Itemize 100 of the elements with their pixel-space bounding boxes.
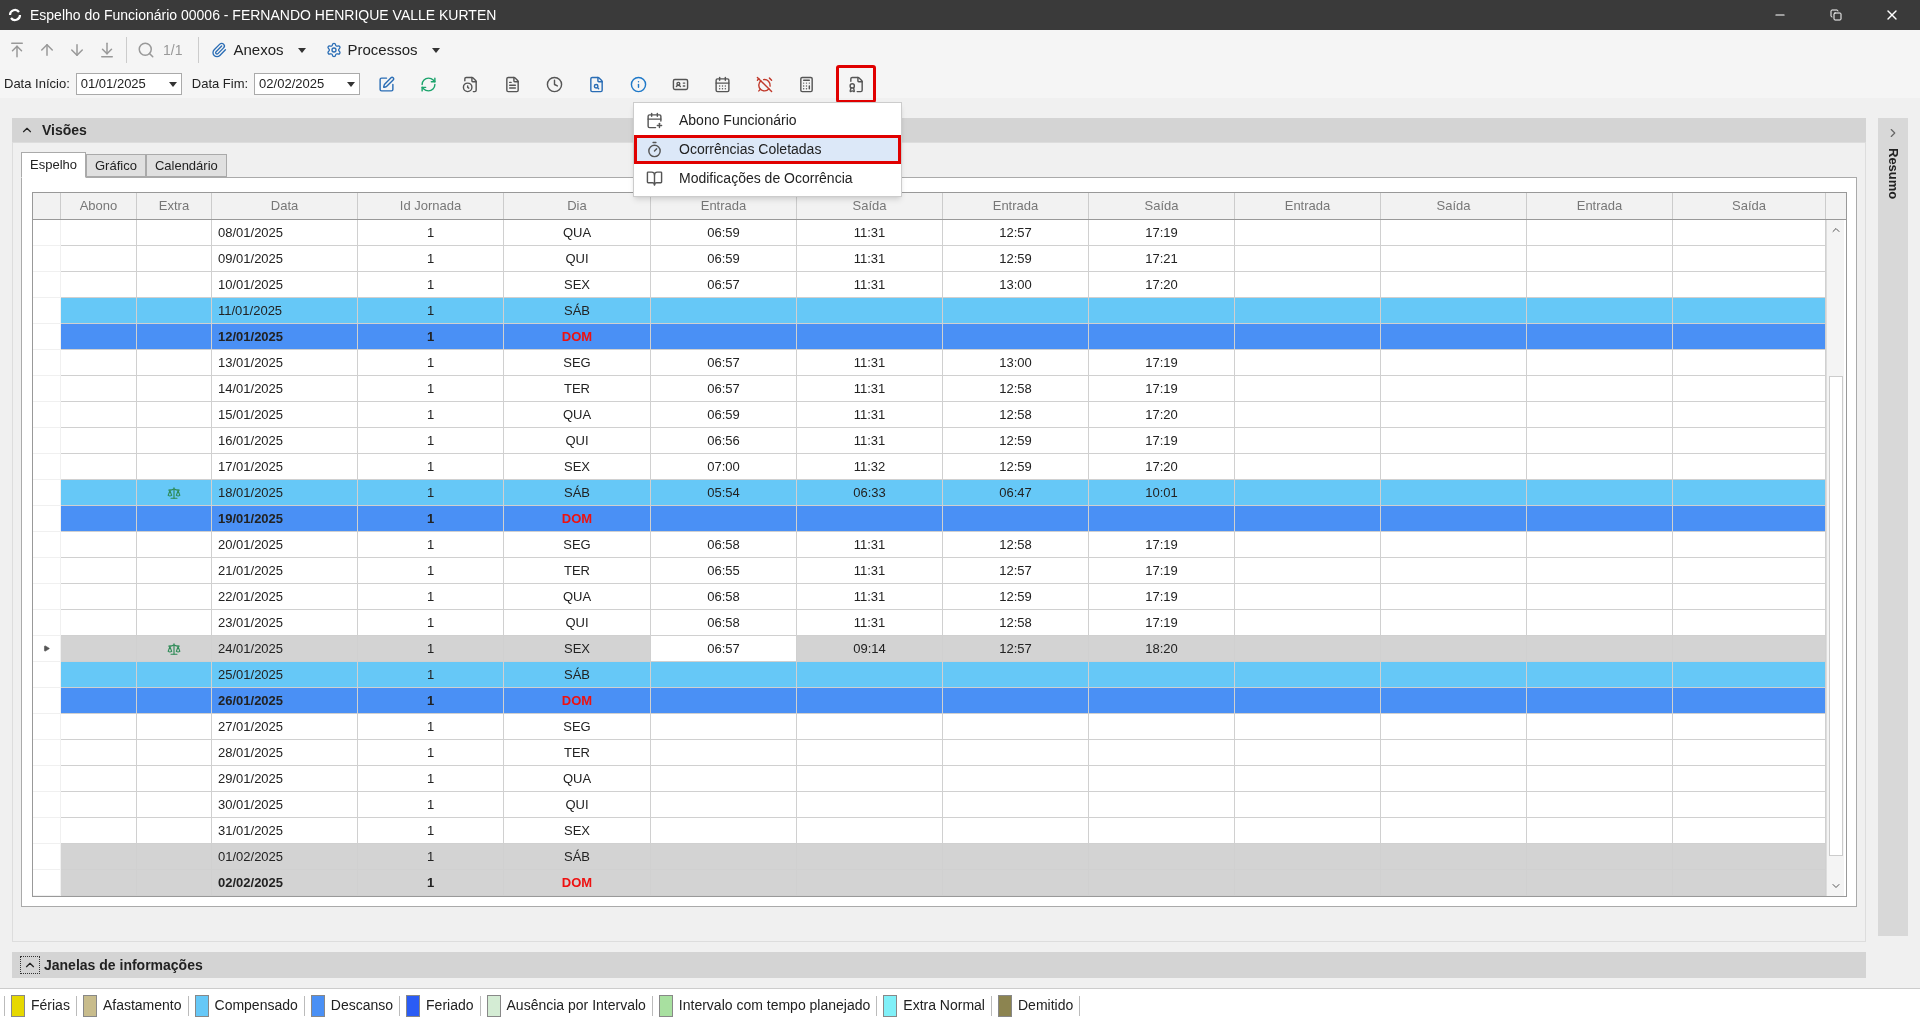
restore-icon — [1830, 9, 1842, 21]
legend-label: Ausência por Intervalo — [506, 996, 646, 1015]
table-row[interactable]: 21/01/2025 1 TER 06:55 11:31 12:57 17:19 — [33, 558, 1826, 584]
menu-item[interactable]: Modificações de Ocorrência — [634, 164, 901, 193]
window-title: Espelho do Funcionário 00006 - FERNANDO HENRIQUE VALLE KURTEN — [30, 5, 497, 25]
table-row[interactable]: 08/01/2025 1 QUA 06:59 11:31 12:57 17:19 — [33, 220, 1826, 246]
column-header[interactable]: Saída — [1381, 193, 1527, 219]
gear-icon — [325, 42, 342, 58]
table-row[interactable]: 19/01/2025 1 DOM — [33, 506, 1826, 532]
table-row[interactable]: 17/01/2025 1 SEX 07:00 11:32 12:59 17:20 — [33, 454, 1826, 480]
anexos-button[interactable]: Anexos — [207, 38, 310, 62]
record-counter: 1/1 — [163, 40, 183, 60]
row-header-cell[interactable] — [33, 714, 61, 740]
row-header-cell[interactable] — [33, 402, 61, 428]
book-icon — [646, 170, 663, 187]
row-header-cell[interactable] — [33, 584, 61, 610]
summary-side-panel[interactable]: Resumo — [1878, 118, 1908, 936]
row-header-cell[interactable] — [33, 740, 61, 766]
menu-item[interactable]: Ocorrências Coletadas — [634, 135, 901, 164]
table-row[interactable]: 13/01/2025 1 SEG 06:57 11:31 13:00 17:19 — [33, 350, 1826, 376]
processos-button[interactable]: Processos — [321, 38, 444, 62]
table-row[interactable]: 15/01/2025 1 QUA 06:59 11:31 12:58 17:20 — [33, 402, 1826, 428]
table-row[interactable]: 02/02/2025 1 DOM — [33, 870, 1826, 896]
column-header[interactable]: Data — [212, 193, 358, 219]
column-header[interactable]: Entrada — [1527, 193, 1673, 219]
row-header-cell[interactable] — [33, 376, 61, 402]
calculator-icon — [797, 75, 815, 93]
view-tab[interactable]: Calendário — [145, 154, 227, 177]
table-row[interactable]: 09/01/2025 1 QUI 06:59 11:31 12:59 17:21 — [33, 246, 1826, 272]
row-header-cell[interactable] — [33, 480, 61, 506]
scrollbar-thumb[interactable] — [1828, 376, 1843, 856]
column-header[interactable]: Saída — [1673, 193, 1826, 219]
row-header-cell[interactable] — [33, 558, 61, 584]
view-tab[interactable]: Espelho — [21, 152, 86, 178]
table-row[interactable]: 25/01/2025 1 SÁB — [33, 662, 1826, 688]
table-row[interactable]: 30/01/2025 1 QUI — [33, 792, 1826, 818]
row-header-cell[interactable] — [33, 272, 61, 298]
row-header-cell[interactable] — [33, 324, 61, 350]
row-header-cell[interactable] — [33, 636, 61, 662]
row-header-cell[interactable] — [33, 610, 61, 636]
table-row[interactable]: 31/01/2025 1 SEX — [33, 818, 1826, 844]
info-icon — [629, 75, 647, 93]
column-header[interactable]: Saída — [1089, 193, 1235, 219]
table-row[interactable]: 20/01/2025 1 SEG 06:58 11:31 12:58 17:19 — [33, 532, 1826, 558]
column-header[interactable]: Entrada — [943, 193, 1089, 219]
table-row[interactable]: 14/01/2025 1 TER 06:57 11:31 12:58 17:19 — [33, 376, 1826, 402]
table-row[interactable]: 22/01/2025 1 QUA 06:58 11:31 12:59 17:19 — [33, 584, 1826, 610]
row-header-cell[interactable] — [33, 792, 61, 818]
table-row[interactable]: 28/01/2025 1 TER — [33, 740, 1826, 766]
column-header[interactable]: Abono — [61, 193, 137, 219]
row-header-cell[interactable] — [33, 428, 61, 454]
document-icon — [503, 75, 521, 93]
time-cell: 06:57 — [651, 636, 797, 662]
table-row[interactable]: 24/01/2025 1 SEX 06:57 09:14 12:57 18:20 — [33, 636, 1826, 662]
info-panel-header[interactable]: Janelas de informações — [12, 952, 1866, 978]
search-icon — [137, 41, 155, 59]
caret-icon — [431, 47, 440, 53]
row-header-cell[interactable] — [33, 662, 61, 688]
row-header-cell[interactable] — [33, 532, 61, 558]
row-header-cell[interactable] — [33, 870, 61, 896]
row-header-cell[interactable] — [33, 220, 61, 246]
edit-icon — [377, 75, 395, 93]
table-row[interactable]: 11/01/2025 1 SÁB — [33, 298, 1826, 324]
legend-label: Afastamento — [102, 996, 182, 1015]
row-header-cell[interactable] — [33, 818, 61, 844]
table-row[interactable]: 27/01/2025 1 SEG — [33, 714, 1826, 740]
table-row[interactable]: 10/01/2025 1 SEX 06:57 11:31 13:00 17:20 — [33, 272, 1826, 298]
end-date-field[interactable]: 02/02/2025 — [254, 73, 361, 95]
table-row[interactable]: 23/01/2025 1 QUI 06:58 11:31 12:58 17:19 — [33, 610, 1826, 636]
column-header[interactable]: Id Jornada — [358, 193, 504, 219]
column-header[interactable]: Extra — [137, 193, 212, 219]
table-row[interactable]: 26/01/2025 1 DOM — [33, 688, 1826, 714]
legend-label: Intervalo com tempo planejado — [678, 996, 871, 1015]
row-header-cell[interactable] — [33, 298, 61, 324]
row-header-cell[interactable] — [33, 454, 61, 480]
calendar-plus-icon — [646, 112, 663, 129]
legend-label: Feriado — [426, 996, 474, 1015]
arrow-to-bottom-icon — [98, 41, 116, 59]
view-tab[interactable]: Gráfico — [86, 154, 146, 177]
clock-icon — [545, 75, 563, 93]
row-header-cell[interactable] — [33, 506, 61, 532]
legend-label: Demitido — [1018, 996, 1074, 1015]
table-row[interactable]: 12/01/2025 1 DOM — [33, 324, 1826, 350]
table-row[interactable]: 29/01/2025 1 QUA — [33, 766, 1826, 792]
row-header-cell[interactable] — [33, 688, 61, 714]
row-header-cell[interactable] — [33, 766, 61, 792]
table-row[interactable]: 18/01/2025 1 SÁB 05:54 06:33 06:47 10:01 — [33, 480, 1826, 506]
legend-label: Compensado — [214, 996, 298, 1015]
start-date-label: Data Início: — [4, 75, 70, 94]
row-header-cell[interactable] — [33, 246, 61, 272]
table-row[interactable]: 16/01/2025 1 QUI 06:56 11:31 12:59 17:19 — [33, 428, 1826, 454]
column-header[interactable]: Entrada — [1235, 193, 1381, 219]
row-header-cell[interactable] — [33, 350, 61, 376]
refresh-icon — [419, 75, 437, 93]
app-logo-icon — [8, 8, 22, 22]
vertical-scrollbar[interactable] — [1826, 220, 1844, 896]
paperclip-icon — [211, 42, 228, 58]
table-row[interactable]: 01/02/2025 1 SÁB — [33, 844, 1826, 870]
start-date-field[interactable]: 01/01/2025 — [75, 73, 182, 95]
row-header-cell[interactable] — [33, 844, 61, 870]
